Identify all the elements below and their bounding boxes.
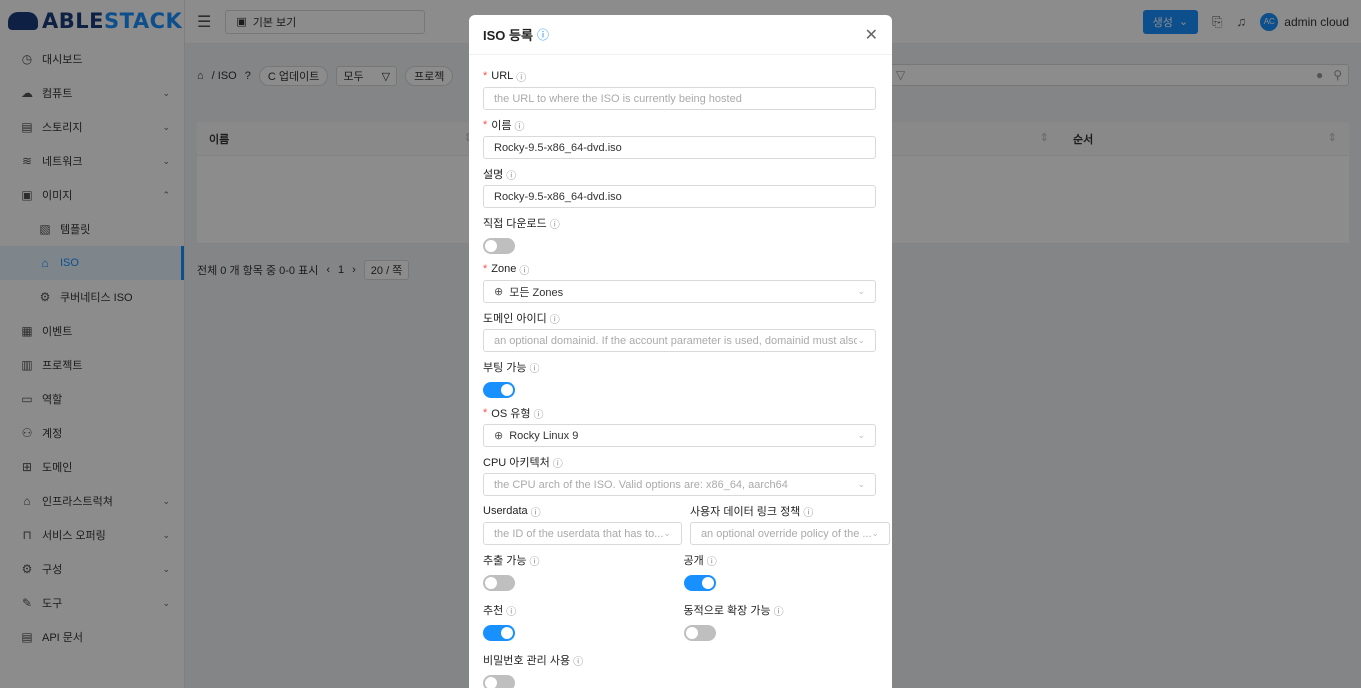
cpu-arch-select[interactable]: the CPU arch of the ISO. Valid options a… — [483, 473, 876, 496]
description-input[interactable]: Rocky-9.5-x86_64-dvd.iso — [483, 185, 876, 208]
name-label: 이름 — [491, 120, 512, 132]
userdata-select[interactable]: the ID of the userdata that has to... ⌄ — [483, 522, 682, 545]
close-icon[interactable]: ✕ — [865, 25, 878, 45]
info-icon: ⓘ — [506, 170, 517, 182]
info-icon: ⓘ — [573, 656, 584, 668]
domain-id-label: 도메인 아이디 — [483, 313, 547, 325]
url-field-group: * URL ⓘ the URL to where the ISO is curren… — [483, 67, 876, 110]
extractable-field-group: 추출 가능 ⓘ — [483, 551, 676, 595]
os-type-select[interactable]: ⊕ Rocky Linux 9 ⌄ — [483, 424, 876, 447]
chevron-down-icon: ⌄ — [857, 335, 865, 345]
userdata-policy-select[interactable]: an optional override policy of the ... ⌄ — [689, 522, 891, 545]
userdata-policy-placeholder: an optional override policy of the ... — [700, 527, 872, 540]
help-icon[interactable]: ⓘ — [537, 26, 549, 43]
password-field-group: 비밀번호 관리 사용 ⓘ — [483, 651, 876, 688]
info-icon: ⓘ — [514, 121, 525, 133]
featured-label: 추천 — [483, 605, 504, 617]
userdata-policy-field-group: 사용자 데이터 링크 정책 ⓘ an optional override poli… — [689, 502, 891, 545]
url-label: URL — [491, 70, 514, 82]
zone-select[interactable]: ⊕ 모든 Zones ⌄ — [483, 280, 876, 303]
bootable-label: 부팅 가능 — [483, 362, 527, 374]
userdata-policy-label: 사용자 데이터 링크 정책 — [689, 506, 801, 518]
userdata-field-group: Userdata ⓘ the ID of the userdata that ha… — [483, 502, 682, 545]
iso-register-modal: ISO 등록 ⓘ ✕ * URL ⓘ the URL to where the IS… — [469, 15, 892, 688]
chevron-down-icon: ⌄ — [857, 479, 865, 489]
direct-download-toggle[interactable] — [483, 238, 515, 254]
info-icon: ⓘ — [519, 265, 530, 277]
info-icon: ⓘ — [549, 219, 560, 231]
info-icon: ⓘ — [803, 507, 814, 519]
cpu-arch-field-group: CPU 아키텍처 ⓘ the CPU arch of the ISO. Valid… — [483, 453, 876, 496]
info-icon: ⓘ — [529, 556, 540, 568]
bootable-toggle[interactable] — [483, 382, 515, 398]
info-icon: ⓘ — [773, 606, 784, 618]
name-field-group: * 이름 ⓘ Rocky-9.5-x86_64-dvd.iso — [483, 116, 876, 159]
os-type-field-group: * OS 유형 ⓘ ⊕ Rocky Linux 9 ⌄ — [483, 404, 876, 447]
modal-header: ISO 등록 ⓘ ✕ — [469, 15, 892, 55]
info-icon: ⓘ — [529, 363, 540, 375]
info-icon: ⓘ — [533, 409, 544, 421]
description-field-group: 설명 ⓘ Rocky-9.5-x86_64-dvd.iso — [483, 165, 876, 208]
domain-id-placeholder: an optional domainid. If the account par… — [494, 334, 858, 347]
zone-field-group: * Zone ⓘ ⊕ 모든 Zones ⌄ — [483, 260, 876, 303]
info-icon: ⓘ — [506, 606, 517, 618]
name-input[interactable]: Rocky-9.5-x86_64-dvd.iso — [483, 136, 876, 159]
globe-icon: ⊕ — [494, 430, 504, 442]
dynamic-scale-label: 동적으로 확장 가능 — [683, 605, 771, 617]
zone-select-value: 모든 Zones — [509, 286, 564, 299]
os-type-label: OS 유형 — [491, 408, 531, 420]
info-icon: ⓘ — [549, 314, 560, 326]
extractable-label: 추출 가능 — [483, 555, 527, 567]
globe-icon: ⊕ — [494, 286, 504, 298]
featured-toggle[interactable] — [483, 625, 515, 641]
bootable-field-group: 부팅 가능 ⓘ — [483, 358, 876, 398]
info-icon: ⓘ — [516, 72, 527, 84]
chevron-down-icon: ⌄ — [663, 528, 671, 538]
direct-download-field-group: 직접 다운로드 ⓘ — [483, 214, 876, 254]
password-toggle[interactable] — [483, 675, 515, 688]
public-field-group: 공개 ⓘ — [683, 551, 877, 595]
info-icon: ⓘ — [530, 507, 541, 519]
extractable-toggle[interactable] — [483, 575, 515, 591]
public-label: 공개 — [683, 555, 704, 567]
dynamic-scale-toggle[interactable] — [683, 625, 716, 641]
userdata-label: Userdata — [483, 505, 528, 517]
domain-id-select[interactable]: an optional domainid. If the account par… — [483, 329, 876, 352]
public-toggle[interactable] — [683, 575, 716, 591]
url-input[interactable]: the URL to where the ISO is currently be… — [483, 87, 876, 110]
featured-field-group: 추천 ⓘ — [483, 601, 676, 645]
description-label: 설명 — [483, 169, 504, 181]
cpu-arch-placeholder: the CPU arch of the ISO. Valid options a… — [494, 478, 788, 491]
domain-id-field-group: 도메인 아이디 ⓘ an optional domainid. If the ac… — [483, 309, 876, 352]
chevron-down-icon: ⌄ — [871, 528, 880, 538]
modal-body: * URL ⓘ the URL to where the ISO is curren… — [469, 55, 892, 688]
info-icon: ⓘ — [706, 556, 717, 568]
chevron-down-icon: ⌄ — [857, 286, 865, 296]
direct-download-label: 직접 다운로드 — [483, 218, 547, 230]
password-label: 비밀번호 관리 사용 — [483, 655, 571, 667]
os-type-select-value: Rocky Linux 9 — [509, 429, 579, 442]
info-icon: ⓘ — [552, 458, 563, 470]
modal-title: ISO 등록 — [483, 28, 533, 43]
userdata-placeholder: the ID of the userdata that has to... — [494, 527, 664, 540]
chevron-down-icon: ⌄ — [857, 430, 865, 440]
zone-label: Zone — [491, 263, 517, 275]
cpu-arch-label: CPU 아키텍처 — [483, 457, 550, 469]
dynamic-scale-field-group: 동적으로 확장 가능 ⓘ — [683, 601, 877, 645]
